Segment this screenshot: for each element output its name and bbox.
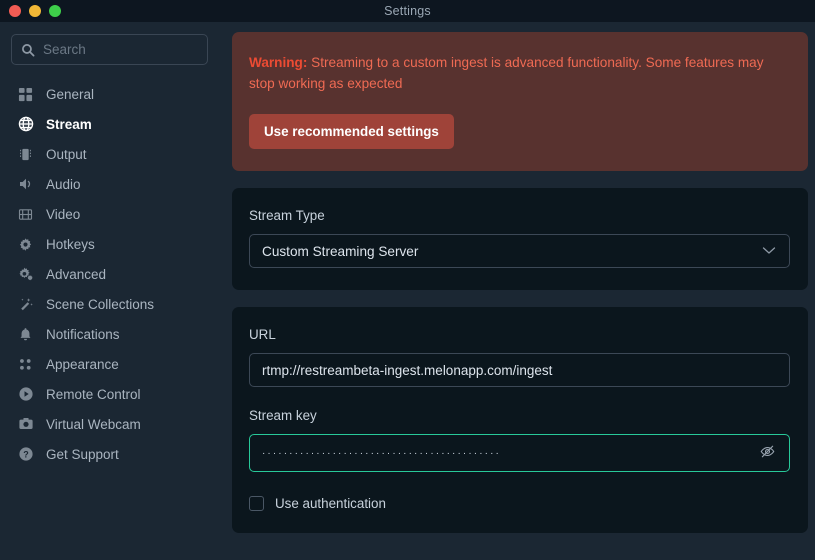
sidebar-item-output[interactable]: Output	[0, 139, 219, 169]
traffic-lights	[9, 0, 61, 22]
question-circle-icon: ?	[17, 446, 34, 463]
grid-icon	[17, 86, 34, 103]
close-window-button[interactable]	[9, 5, 21, 17]
sidebar-item-hotkeys[interactable]: Hotkeys	[0, 229, 219, 259]
app-shell: General Stream	[0, 22, 815, 560]
minimize-window-button[interactable]	[29, 5, 41, 17]
sidebar-item-notifications[interactable]: Notifications	[0, 319, 219, 349]
sidebar-item-remote-control[interactable]: Remote Control	[0, 379, 219, 409]
search-input[interactable]	[43, 42, 220, 57]
warning-message: Warning: Streaming to a custom ingest is…	[249, 52, 786, 94]
sidebar-item-label: Stream	[46, 116, 92, 132]
globe-icon	[17, 116, 34, 133]
stream-type-value: Custom Streaming Server	[262, 243, 419, 259]
stream-key-input[interactable]: ········································…	[249, 434, 790, 473]
bell-icon	[17, 326, 34, 343]
eye-slash-icon	[759, 443, 776, 463]
settings-sidebar: General Stream	[0, 22, 220, 560]
sidebar-item-label: General	[46, 86, 95, 102]
stream-type-label: Stream Type	[249, 208, 325, 224]
server-settings-panel: URL Stream key ·························…	[232, 307, 808, 534]
gear-icon	[17, 236, 34, 253]
sidebar-item-label: Appearance	[46, 356, 119, 372]
use-authentication-row[interactable]: Use authentication	[249, 496, 790, 512]
sidebar-item-scene-collections[interactable]: Scene Collections	[0, 289, 219, 319]
custom-ingest-warning-banner: Warning: Streaming to a custom ingest is…	[232, 32, 808, 172]
sidebar-item-label: Advanced	[46, 266, 107, 282]
maximize-window-button[interactable]	[49, 5, 61, 17]
chevron-down-icon	[762, 242, 776, 260]
stream-key-masked-value: ········································…	[262, 447, 501, 459]
sidebar-item-general[interactable]: General	[0, 79, 219, 109]
stream-key-label: Stream key	[249, 408, 317, 424]
sidebar-item-appearance[interactable]: Appearance	[0, 349, 219, 379]
sidebar-item-label: Remote Control	[46, 386, 141, 402]
camera-icon	[17, 416, 34, 433]
sidebar-item-get-support[interactable]: ? Get Support	[0, 439, 219, 469]
wand-icon	[17, 296, 34, 313]
sidebar-item-label: Video	[46, 206, 81, 222]
settings-content: Warning: Streaming to a custom ingest is…	[219, 22, 815, 560]
window-title: Settings	[384, 4, 431, 18]
sidebar-item-video[interactable]: Video	[0, 199, 219, 229]
sidebar-item-label: Virtual Webcam	[46, 416, 141, 432]
sidebar-item-virtual-webcam[interactable]: Virtual Webcam	[0, 409, 219, 439]
svg-text:?: ?	[23, 450, 29, 460]
play-circle-icon	[17, 386, 34, 403]
url-label: URL	[249, 327, 276, 343]
chip-icon	[17, 146, 34, 163]
search-icon	[21, 43, 35, 57]
sidebar-item-advanced[interactable]: Advanced	[0, 259, 219, 289]
stream-type-panel: Stream Type Custom Streaming Server	[232, 188, 808, 291]
search-box[interactable]	[11, 34, 220, 65]
stream-type-select[interactable]: Custom Streaming Server	[249, 234, 790, 269]
film-icon	[17, 206, 34, 223]
warning-body: Streaming to a custom ingest is advanced…	[249, 55, 764, 92]
speaker-icon	[17, 176, 34, 193]
sidebar-item-label: Notifications	[46, 326, 120, 342]
sidebar-item-label: Scene Collections	[46, 296, 155, 312]
sidebar-item-audio[interactable]: Audio	[0, 169, 219, 199]
sidebar-item-label: Get Support	[46, 446, 119, 462]
dots-icon	[17, 356, 34, 373]
use-recommended-settings-button[interactable]: Use recommended settings	[249, 114, 454, 150]
window-titlebar: Settings	[0, 0, 815, 22]
use-authentication-checkbox[interactable]	[249, 496, 264, 512]
sidebar-item-label: Audio	[46, 176, 81, 192]
use-authentication-label: Use authentication	[275, 496, 386, 512]
warning-prefix: Warning:	[249, 55, 308, 70]
sidebar-item-label: Output	[46, 146, 87, 162]
toggle-stream-key-visibility-button[interactable]	[759, 443, 776, 463]
sidebar-item-label: Hotkeys	[46, 236, 95, 252]
url-field-group: URL	[249, 327, 790, 388]
sidebar-item-stream[interactable]: Stream	[0, 109, 219, 139]
gears-icon	[17, 266, 34, 283]
stream-key-field-group: Stream key ·····························…	[249, 408, 790, 473]
settings-nav: General Stream Output Audio Video Hotkey…	[0, 79, 219, 469]
url-input[interactable]	[249, 353, 790, 388]
